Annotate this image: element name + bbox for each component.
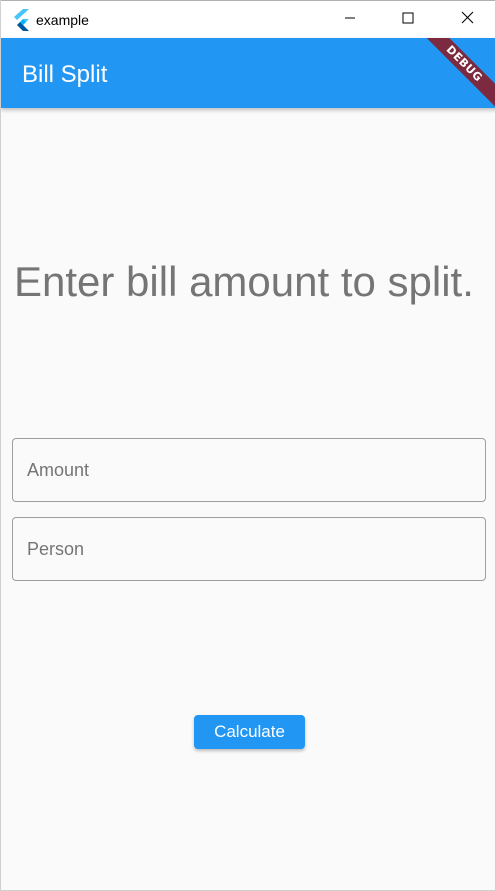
person-field[interactable] [12,517,486,581]
window-titlebar[interactable]: example [1,0,495,38]
person-input[interactable] [13,518,485,580]
close-icon [461,11,474,29]
calculate-button[interactable]: Calculate [194,715,305,749]
minimize-button[interactable] [321,1,379,38]
app-window: example Bill Split DEBUG Enter bill amou… [0,0,496,891]
debug-banner: DEBUG [416,38,495,108]
amount-input[interactable] [13,439,485,501]
close-button[interactable] [438,1,495,38]
maximize-icon [402,11,414,29]
amount-field[interactable] [12,438,486,502]
minimize-icon [344,11,356,29]
flutter-logo-icon [12,9,30,31]
app-bar-title: Bill Split [22,61,108,88]
app-bar-content: Bill Split DEBUG [1,38,495,108]
maximize-button[interactable] [379,1,437,38]
window-title: example [36,12,89,28]
split-prompt-heading: Enter bill amount to split. [14,258,474,305]
app-bar: Bill Split DEBUG [1,38,495,108]
